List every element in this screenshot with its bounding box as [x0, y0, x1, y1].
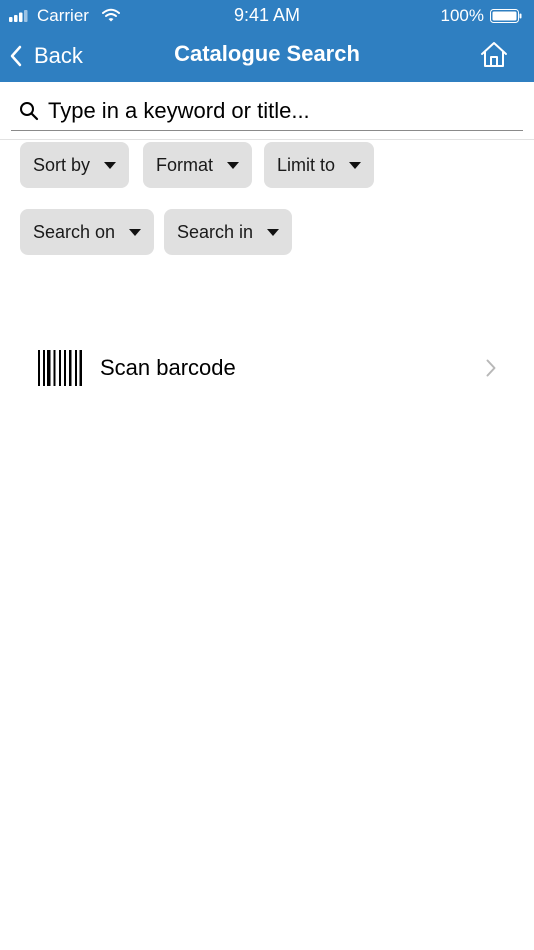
search-underline — [11, 130, 523, 131]
format-dropdown[interactable]: Format — [143, 142, 253, 188]
sort-by-dropdown[interactable]: Sort by — [20, 142, 130, 188]
battery-icon — [490, 9, 522, 23]
status-bar: Carrier 9:41 AM 100% — [0, 0, 534, 30]
page-title: Catalogue Search — [174, 41, 360, 66]
search-on-dropdown[interactable]: Search on — [20, 209, 155, 255]
search-in-label: Search in — [177, 221, 254, 242]
caret-down-icon — [349, 161, 362, 169]
search-icon — [20, 102, 39, 121]
search-in-dropdown[interactable]: Search in — [164, 209, 293, 255]
home-icon[interactable] — [480, 41, 508, 69]
search-on-label: Search on — [33, 221, 116, 242]
barcode-icon — [38, 350, 82, 386]
chevron-right-icon — [486, 359, 496, 377]
format-label: Format — [156, 154, 214, 175]
caret-down-icon — [267, 228, 280, 236]
scan-barcode-label: Scan barcode — [100, 355, 236, 380]
caret-down-icon — [104, 161, 117, 169]
battery-percent: 100% — [440, 6, 484, 25]
caret-down-icon — [129, 228, 142, 236]
navigation-bar: Back Catalogue Search — [0, 30, 534, 82]
search-bar — [0, 82, 534, 140]
limit-to-label: Limit to — [277, 154, 336, 175]
search-input[interactable] — [46, 93, 520, 129]
caret-down-icon — [227, 161, 240, 169]
limit-to-dropdown[interactable]: Limit to — [264, 142, 375, 188]
scan-barcode-row[interactable]: Scan barcode — [0, 340, 534, 396]
sort-by-label: Sort by — [33, 154, 91, 175]
